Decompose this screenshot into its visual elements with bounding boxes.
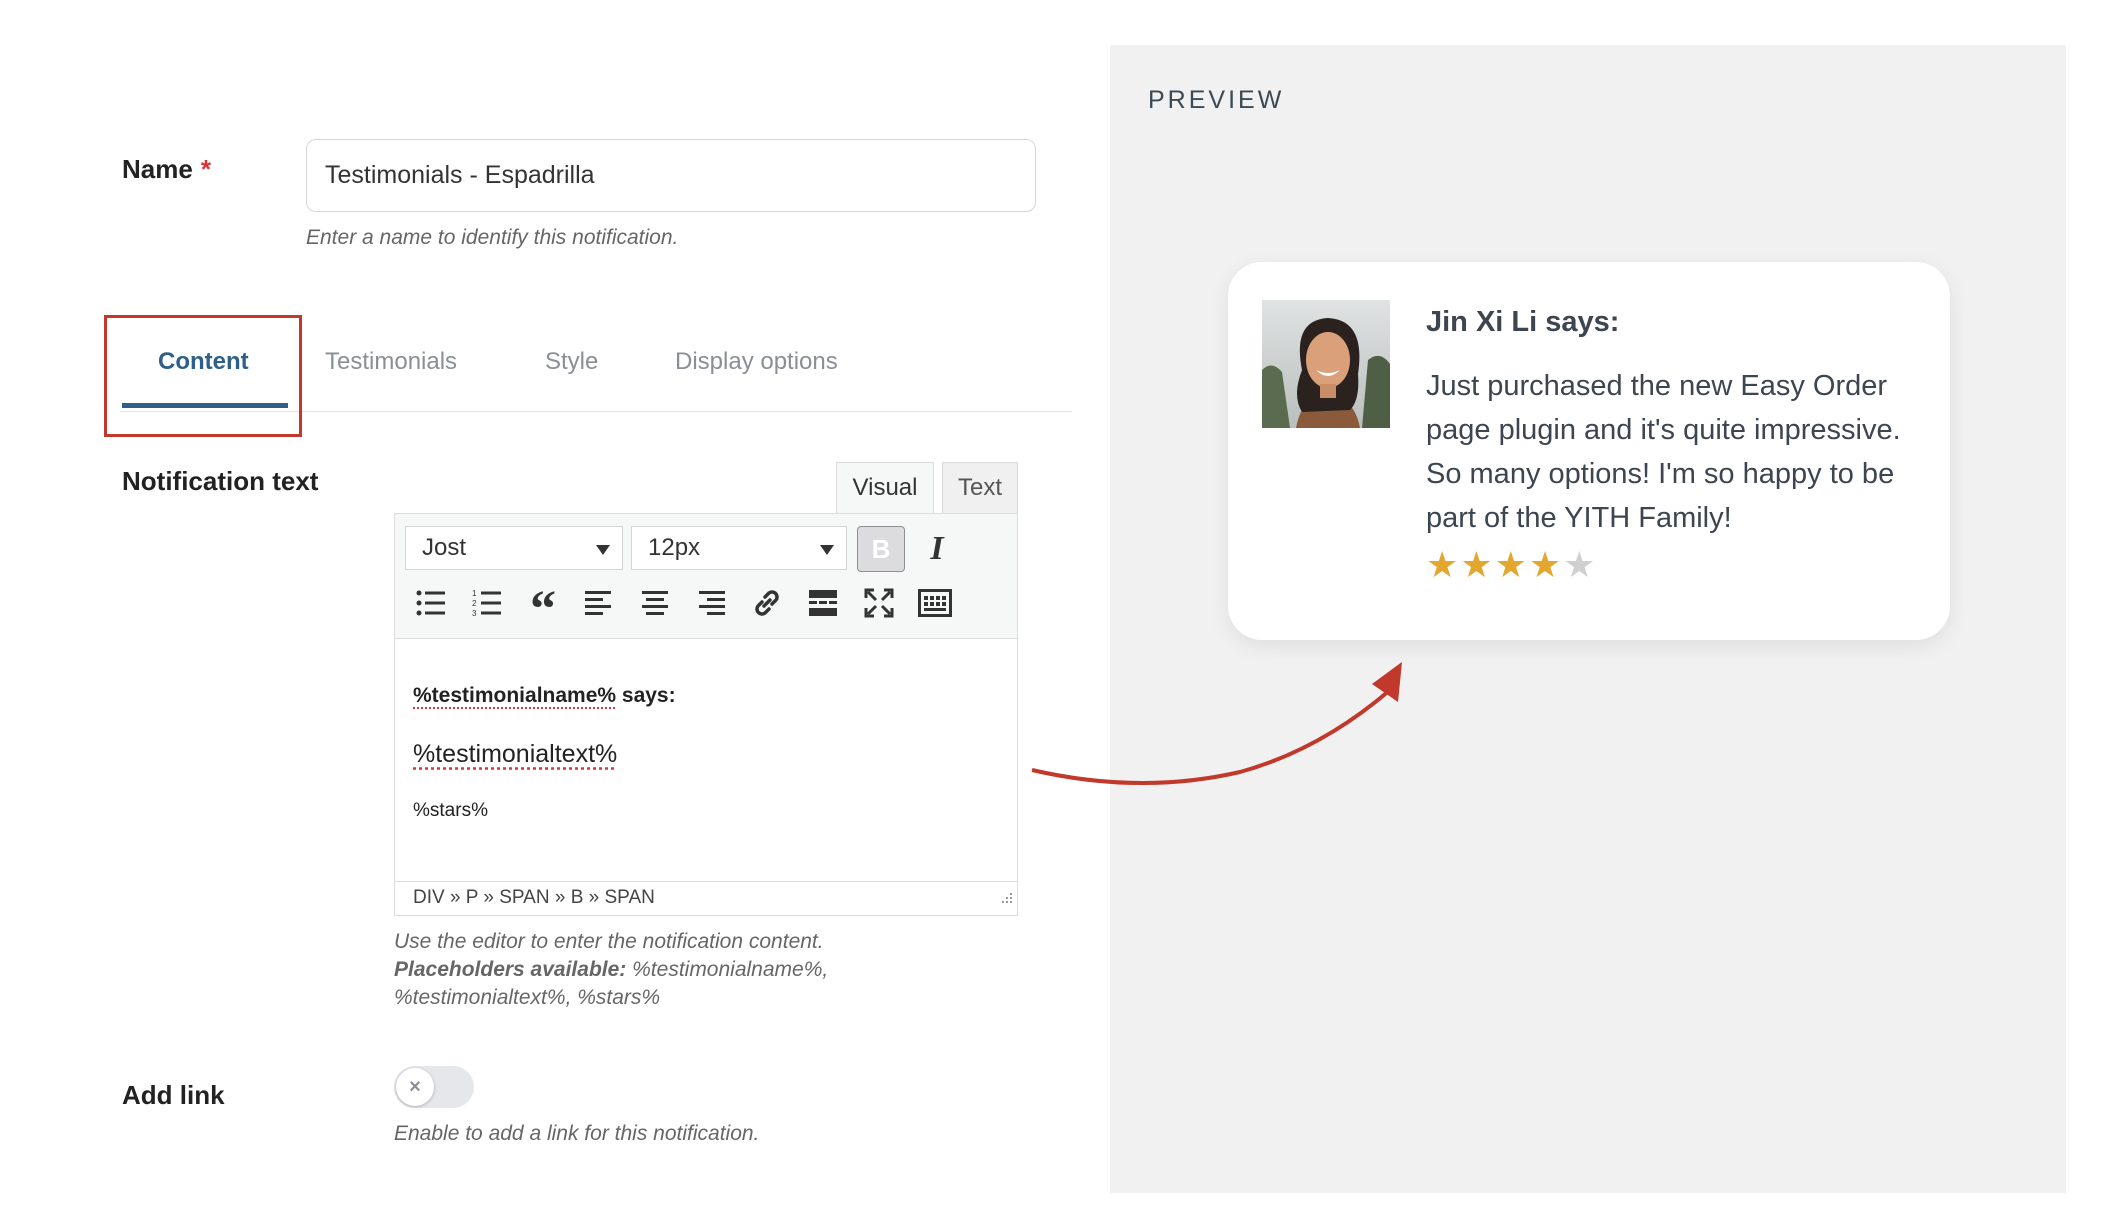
says-text: says: <box>616 684 676 707</box>
help-line-1: Use the editor to enter the notification… <box>394 930 824 953</box>
resize-handle-icon[interactable] <box>999 892 1013 911</box>
tab-testimonials[interactable]: Testimonials <box>325 348 457 376</box>
preview-title: PREVIEW <box>1148 86 1285 114</box>
numbered-list-icon[interactable]: 123 <box>463 580 511 626</box>
editor-tab-text[interactable]: Text <box>942 462 1018 514</box>
align-left-icon[interactable] <box>575 580 623 626</box>
preview-text: Just purchased the new Easy Order page p… <box>1426 370 1901 534</box>
svg-text:1: 1 <box>472 589 477 598</box>
add-link-toggle[interactable]: × <box>394 1066 474 1108</box>
bullet-list-icon[interactable] <box>407 580 455 626</box>
placeholder-testimonialname: %testimonialname% <box>413 684 617 707</box>
content-line-stars: %stars% <box>413 800 488 821</box>
notification-text-label: Notification text <box>122 466 319 496</box>
tab-highlight-box <box>104 315 302 437</box>
blockquote-icon[interactable]: “ <box>519 580 567 636</box>
svg-text:2: 2 <box>472 599 477 608</box>
editor-tab-visual[interactable]: Visual <box>836 462 934 514</box>
help-placeholders-1: %testimonialname%, <box>626 958 829 981</box>
arrow-icon <box>1031 662 1402 786</box>
toggle-off-x-icon: × <box>396 1068 434 1106</box>
rich-text-editor: Jost 12px B I 123 “ %testimonialname% sa… <box>394 513 1018 916</box>
bold-button[interactable]: B <box>857 526 905 572</box>
add-link-help: Enable to add a link for this notificati… <box>394 1122 760 1145</box>
star-filled-icon: ★ <box>1460 544 1495 585</box>
name-help-text: Enter a name to identify this notificati… <box>306 226 679 249</box>
tab-display-options[interactable]: Display options <box>675 348 838 376</box>
name-label: Name * <box>122 154 211 184</box>
preview-author: Jin Xi Li says: <box>1426 306 1620 338</box>
font-size-value: 12px <box>648 534 701 561</box>
italic-button[interactable]: I <box>913 526 961 572</box>
rating-stars: ★★★★★ <box>1426 544 1597 586</box>
add-link-label: Add link <box>122 1080 225 1110</box>
help-placeholders-2: %testimonialtext%, %stars% <box>394 986 661 1009</box>
content-line-text: %testimonialtext% <box>413 740 618 768</box>
avatar <box>1262 300 1390 428</box>
star-filled-icon: ★ <box>1528 544 1564 585</box>
keyboard-toolbar-toggle-icon[interactable] <box>911 580 959 626</box>
help-line-2: Placeholders available: %testimonialname… <box>394 956 828 984</box>
read-more-icon[interactable] <box>799 580 847 626</box>
tab-style[interactable]: Style <box>545 348 598 376</box>
svg-text:3: 3 <box>472 609 477 618</box>
required-mark: * <box>200 154 211 184</box>
editor-status-path: DIV » P » SPAN » B » SPAN <box>395 881 1017 915</box>
font-size-select[interactable]: 12px <box>631 526 847 570</box>
notification-help-text: Use the editor to enter the notification… <box>394 928 828 1012</box>
star-filled-icon: ★ <box>1494 544 1529 585</box>
align-right-icon[interactable] <box>687 580 735 626</box>
font-family-select[interactable]: Jost <box>405 526 623 570</box>
star-empty-icon: ★ <box>1563 544 1598 585</box>
fullscreen-icon[interactable] <box>855 580 903 626</box>
chevron-down-icon <box>596 545 610 555</box>
help-placeholders-label: Placeholders available: <box>394 958 627 981</box>
align-center-icon[interactable] <box>631 580 679 626</box>
editor-toolbar: Jost 12px B I 123 “ <box>395 514 1017 639</box>
name-input[interactable]: Testimonials - Espadrilla <box>306 139 1036 212</box>
star-filled-icon: ★ <box>1426 544 1461 585</box>
font-family-value: Jost <box>422 534 467 561</box>
content-line-name: %testimonialname% says: <box>413 684 676 708</box>
link-icon[interactable] <box>743 580 791 626</box>
chevron-down-icon <box>820 545 834 555</box>
